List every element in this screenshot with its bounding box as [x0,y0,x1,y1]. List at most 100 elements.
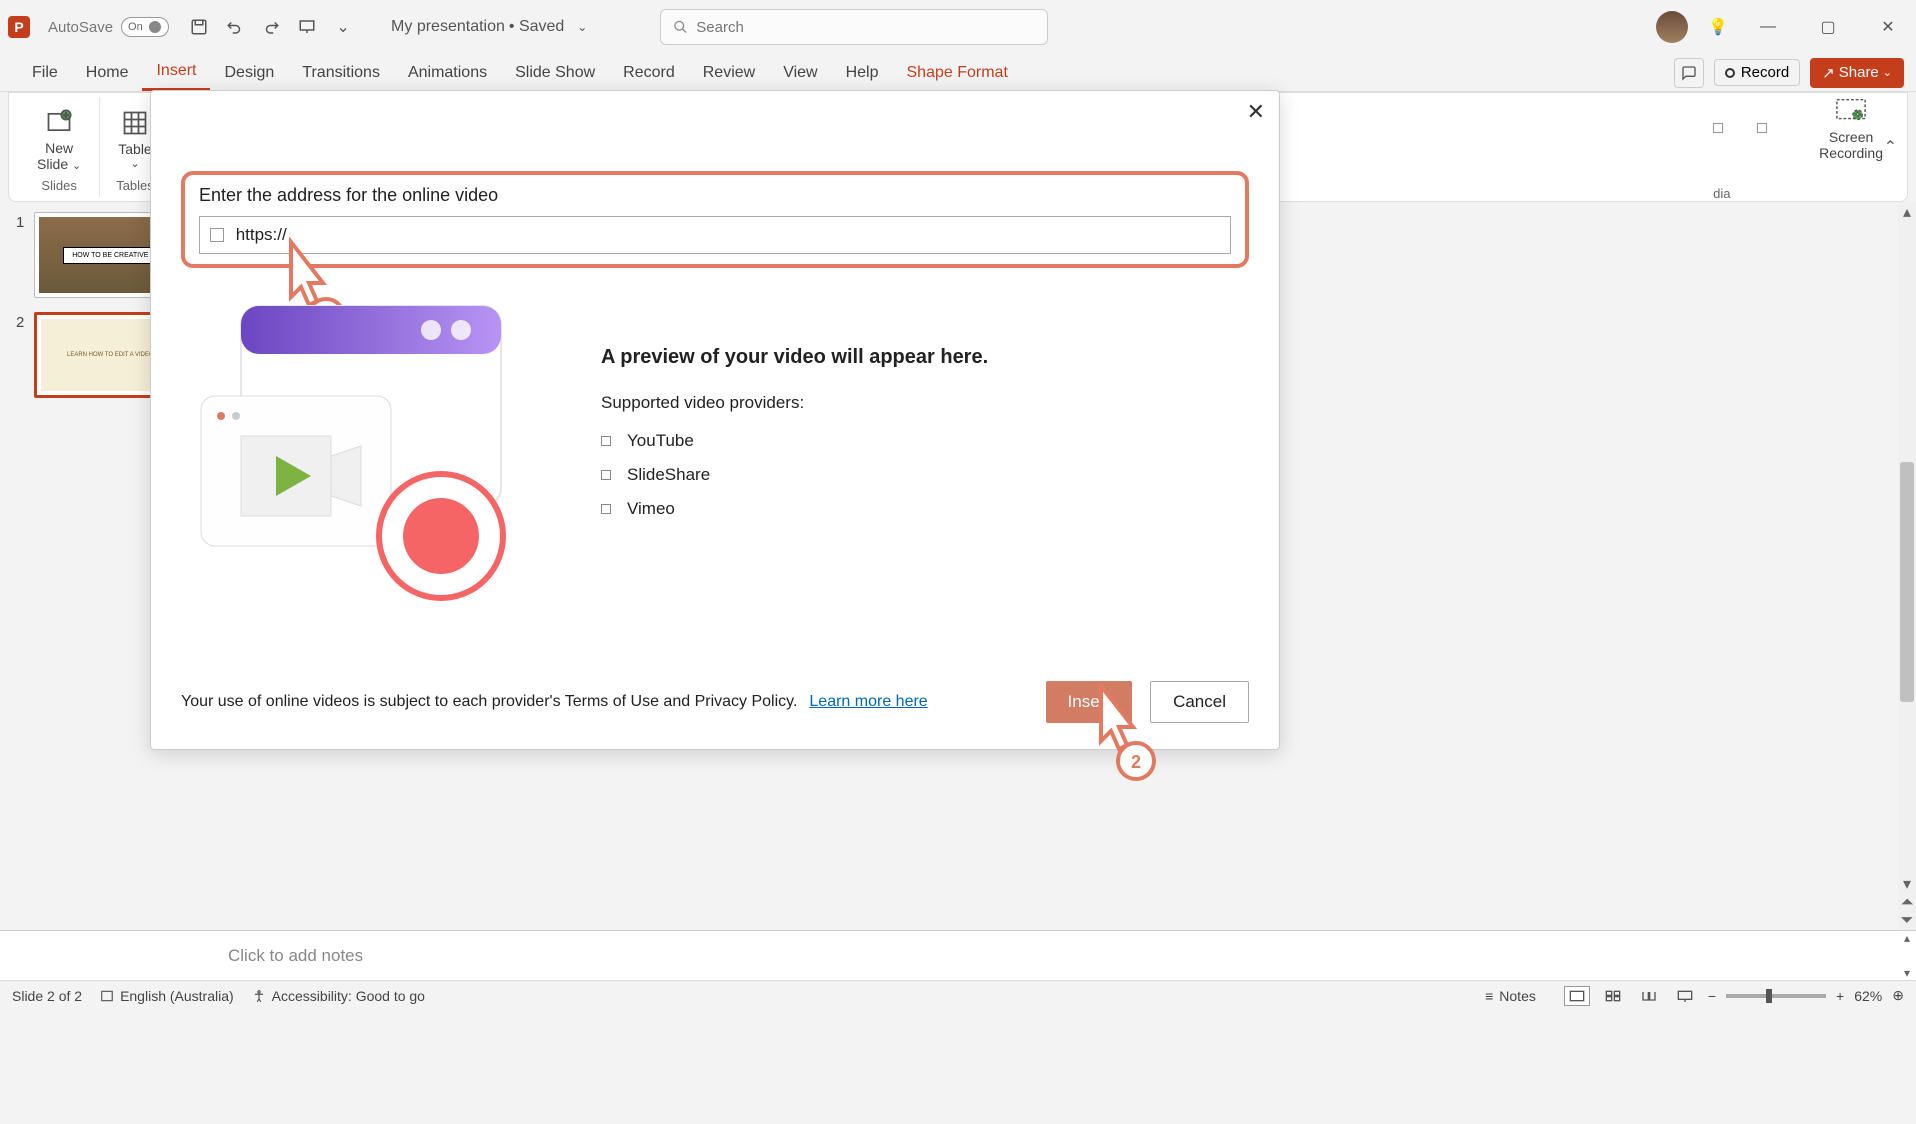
ribbon-collapse-button[interactable]: ⌃ [1884,137,1897,157]
group-tables-label: Tables [116,178,154,193]
url-input[interactable] [236,225,1220,245]
fit-window[interactable]: ⊕ [1892,987,1904,1004]
status-right: ≡ Notes − + 62% ⊕ [1485,986,1904,1006]
view-sorter[interactable] [1600,986,1626,1006]
status-accessibility[interactable]: Accessibility: Good to go [252,988,425,1004]
online-video-dialog-backdrop: ✕ Enter the address for the online video… [150,90,1280,750]
comments-button[interactable] [1674,58,1704,88]
pointer-callout-2: 2 [1081,681,1141,751]
ribbon-tabs: File Home Insert Design Transitions Anim… [0,54,1916,92]
group-media-label: dia [1713,186,1730,201]
autosave-toggle[interactable]: On [121,17,169,37]
minimize-button[interactable]: — [1748,12,1788,42]
tab-animations[interactable]: Animations [394,56,501,90]
share-button[interactable]: ↗Share⌄ [1810,58,1904,88]
autosave-state: On [128,21,143,33]
zoom-in[interactable]: + [1836,988,1844,1004]
record-button[interactable]: Record [1714,59,1800,86]
idea-icon[interactable]: 💡 [1708,17,1728,37]
bullet-icon [601,470,611,480]
title-dropdown-icon[interactable]: ⌄ [568,13,596,41]
avatar[interactable] [1656,11,1688,43]
chevron-down-icon: ⌄ [1883,66,1892,79]
tab-help[interactable]: Help [832,56,893,90]
save-icon[interactable] [185,13,213,41]
main-scrollbar[interactable]: ▴ ▾⏶⏷ [1898,202,1916,930]
video-illustration [181,296,541,616]
notes-placeholder: Click to add notes [228,946,363,966]
notes-toggle[interactable]: ≡ Notes [1485,988,1536,1004]
autosave-label: AutoSave [48,19,113,36]
preview-section: A preview of your video will appear here… [601,296,1249,616]
supported-label: Supported video providers: [601,393,1249,413]
status-language[interactable]: English (Australia) [100,988,234,1004]
preview-title: A preview of your video will appear here… [601,346,1249,369]
bullet-icon [601,504,611,514]
group-slides-label: Slides [41,178,76,193]
search-input[interactable] [696,19,1035,36]
search-box[interactable] [660,9,1048,45]
zoom-out[interactable]: − [1708,988,1716,1004]
cancel-button[interactable]: Cancel [1150,681,1249,723]
callout-2-num: 2 [1131,752,1141,772]
provider-2-label: SlideShare [627,465,710,485]
zoom-thumb[interactable] [1766,989,1772,1003]
table-icon [119,107,151,139]
status-slide[interactable]: Slide 2 of 2 [12,988,82,1004]
tab-slideshow[interactable]: Slide Show [501,56,609,90]
zoom-value[interactable]: 62% [1854,988,1882,1004]
notes-label: Notes [1499,988,1536,1004]
record-dot-icon [1725,68,1735,78]
screen-recording-button[interactable]: + ScreenRecording [1811,93,1891,163]
toggle-knob [149,21,161,33]
url-input-wrap[interactable] [199,216,1231,254]
saved-status: • Saved [509,18,564,36]
new-slide-icon: + [43,106,75,138]
tab-record[interactable]: Record [609,56,689,90]
notes-area[interactable]: Click to add notes ▴▾ [0,930,1916,980]
learn-more-link[interactable]: Learn more here [809,693,927,711]
redo-icon[interactable] [257,13,285,41]
tab-view[interactable]: View [769,56,831,90]
media-checkbox-2[interactable] [1757,123,1767,133]
provider-slideshare: SlideShare [601,465,1249,485]
bullet-icon [601,436,611,446]
titlebar-right: 💡 — ▢ ✕ [1656,11,1908,43]
svg-text:+: + [63,110,68,120]
language-icon [100,989,114,1003]
close-window-button[interactable]: ✕ [1868,12,1908,42]
tab-transitions[interactable]: Transitions [288,56,394,90]
provider-vimeo: Vimeo [601,499,1249,519]
scroll-thumb[interactable] [1900,462,1914,702]
ribbon-group-media: + ScreenRecording dia [1713,93,1891,201]
view-normal[interactable] [1564,986,1590,1006]
new-slide-button[interactable]: + NewSlide ⌄ [29,104,89,174]
tab-shape-format[interactable]: Shape Format [893,56,1022,90]
url-icon [210,228,224,242]
tab-review[interactable]: Review [689,56,769,90]
title-bar: P AutoSave On ⌄ My presentation • Saved … [0,0,1916,54]
tab-design[interactable]: Design [210,56,288,90]
present-icon[interactable] [293,13,321,41]
screen-recording-icon: + [1835,95,1867,127]
tab-home[interactable]: Home [72,56,143,90]
maximize-button[interactable]: ▢ [1808,12,1848,42]
ribbon-tabs-right: Record ↗Share⌄ [1674,58,1916,88]
new-slide-label: NewSlide ⌄ [37,140,81,172]
dialog-body: A preview of your video will appear here… [181,296,1249,616]
notes-icon: ≡ [1485,988,1493,1004]
view-slideshow[interactable] [1672,986,1698,1006]
dialog-label: Enter the address for the online video [199,185,1231,206]
undo-icon[interactable] [221,13,249,41]
ribbon-group-slides: + NewSlide ⌄ Slides [19,97,100,197]
tab-insert[interactable]: Insert [142,54,210,91]
provider-3-label: Vimeo [627,499,675,519]
slide-num-1: 1 [16,214,24,298]
tab-file[interactable]: File [18,56,72,90]
qat-dropdown-icon[interactable]: ⌄ [329,13,357,41]
view-reading[interactable] [1636,986,1662,1006]
dialog-close-button[interactable]: ✕ [1247,99,1265,125]
notes-scrollbar[interactable]: ▴▾ [1898,931,1916,980]
media-checkbox-1[interactable] [1713,123,1723,133]
zoom-slider[interactable] [1726,994,1826,998]
